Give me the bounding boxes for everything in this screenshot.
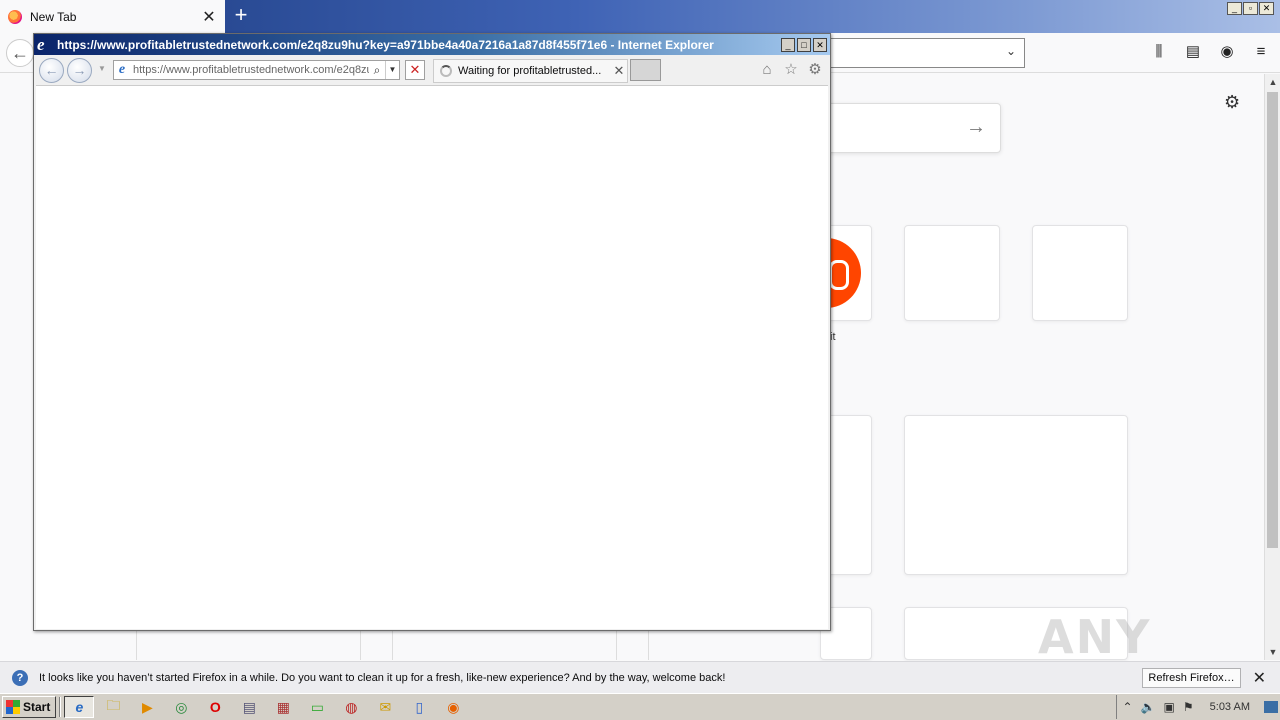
restore-button[interactable]: ▫	[1243, 2, 1258, 15]
page-scrollbar[interactable]: ▲ ▼	[1264, 74, 1280, 660]
taskbar-mail-icon[interactable]: ✉	[370, 696, 400, 718]
ie-new-tab-button[interactable]	[630, 59, 661, 81]
search-icon[interactable]: ⌕	[369, 63, 385, 78]
arrow-right-icon[interactable]: →	[966, 116, 986, 139]
clock[interactable]: 5:03 AM	[1210, 701, 1250, 713]
ie-window: e https://www.profitabletrustednetwork.c…	[33, 33, 831, 631]
tray-expand-icon[interactable]: ⌃	[1123, 700, 1133, 714]
taskbar-ie-icon[interactable]: e	[64, 696, 95, 718]
ie-back-button[interactable]: ←	[39, 58, 64, 83]
url-bar[interactable]: ⌄	[820, 38, 1025, 68]
ie-address-text[interactable]: https://www.profitabletrustednetwork.com…	[130, 64, 369, 76]
gear-icon[interactable]: ⚙	[1224, 92, 1240, 113]
ie-window-title: https://www.profitabletrustednetwork.com…	[57, 37, 714, 52]
taskbar-chrome-icon[interactable]: ◎	[166, 696, 196, 718]
system-tray: ⌃ 🔈 ▣ ⚑ 5:03 AM	[1115, 695, 1280, 719]
taskbar-security-icon[interactable]: ◍	[336, 696, 366, 718]
account-icon[interactable]: ◉	[1218, 43, 1236, 61]
library-icon[interactable]: ⫼	[1150, 43, 1168, 61]
new-tab-button[interactable]: +	[229, 4, 253, 28]
gear-icon[interactable]: ⚙	[806, 61, 824, 79]
scroll-up-icon[interactable]: ▲	[1265, 74, 1280, 90]
notification-message: It looks like you haven’t started Firefo…	[39, 671, 726, 684]
volume-icon[interactable]: 🔈	[1141, 700, 1156, 714]
ie-titlebar[interactable]: e https://www.profitabletrustednetwork.c…	[34, 34, 830, 55]
windows-logo-icon	[6, 700, 20, 714]
newtab-search-box[interactable]: →	[820, 103, 1001, 153]
firefox-tabstrip: New Tab ✕ + _ ▫ ✕	[0, 0, 1280, 33]
ie-logo-icon: e	[37, 35, 45, 54]
tab-title: New Tab	[30, 9, 77, 24]
windows-taskbar: Start e 🗀 ▶ ◎ O ▤ ▦ ▭ ◍ ✉ ▯ ◉ ⌃ 🔈 ▣ ⚑ 5:…	[0, 693, 1280, 720]
star-icon[interactable]: ☆	[782, 61, 800, 79]
ie-tab-close-icon[interactable]: ✕	[611, 63, 627, 79]
refresh-firefox-button[interactable]: Refresh Firefox…	[1142, 667, 1241, 688]
firefox-icon	[8, 9, 22, 24]
close-icon[interactable]: ✕	[1253, 668, 1266, 688]
taskbar-firefox-icon[interactable]: ◉	[438, 696, 468, 718]
ie-window-controls: _ □ ✕	[781, 37, 827, 52]
taskbar-document-icon[interactable]: ▯	[404, 696, 434, 718]
ie-address-bar[interactable]: e https://www.profitabletrustednetwork.c…	[113, 60, 400, 80]
taskbar-app-icon[interactable]: ▭	[302, 696, 332, 718]
question-icon: ?	[12, 669, 28, 686]
taskbar-notepad-icon[interactable]: ▤	[234, 696, 264, 718]
divider	[392, 630, 393, 660]
chevron-down-icon[interactable]: ⌄	[1006, 44, 1016, 58]
network-icon[interactable]: ▣	[1164, 700, 1175, 714]
divider	[59, 697, 62, 717]
minimize-button[interactable]: _	[1227, 2, 1242, 15]
divider	[616, 630, 617, 660]
action-center-flag-icon[interactable]: ⚑	[1183, 700, 1194, 714]
taskbar-explorer-icon[interactable]: 🗀	[98, 696, 128, 718]
address-dropdown-icon[interactable]: ▼	[385, 61, 399, 79]
menu-icon[interactable]: ≡	[1252, 43, 1270, 61]
highlight-card[interactable]	[904, 415, 1128, 575]
divider	[136, 630, 137, 660]
ie-tab-loading[interactable]: Waiting for profitabletrusted... ✕	[433, 59, 628, 83]
firefox-toolbar: ⫼ ▤ ◉ ≡	[1150, 43, 1270, 61]
home-icon[interactable]: ⌂	[758, 61, 776, 79]
ie-forward-button[interactable]: →	[67, 58, 92, 83]
start-button[interactable]: Start	[2, 696, 57, 718]
loading-spinner-icon	[440, 65, 452, 77]
ie-minimize-button[interactable]: _	[781, 37, 795, 52]
top-site-tile[interactable]	[904, 225, 1000, 321]
scrollbar-thumb[interactable]	[1267, 92, 1278, 548]
show-desktop-button[interactable]	[1264, 701, 1278, 713]
taskbar-media-player-icon[interactable]: ▶	[132, 696, 162, 718]
top-site-tile[interactable]	[1032, 225, 1128, 321]
stop-button[interactable]: ✕	[405, 60, 425, 80]
ie-maximize-button[interactable]: □	[797, 37, 811, 52]
ie-page-content	[36, 85, 828, 629]
taskbar-opera-icon[interactable]: O	[200, 696, 230, 718]
sidebar-icon[interactable]: ▤	[1184, 43, 1202, 61]
divider	[648, 630, 649, 660]
ie-navbar: ← → ▼ e https://www.profitabletrustednet…	[34, 55, 830, 85]
ie-tab-label: Waiting for profitabletrusted...	[458, 65, 602, 77]
notification-bar: ? It looks like you haven’t started Fire…	[0, 661, 1280, 693]
close-window-button[interactable]: ✕	[1259, 2, 1274, 15]
ie-close-button[interactable]: ✕	[813, 37, 827, 52]
taskbar-winrar-icon[interactable]: ▦	[268, 696, 298, 718]
tab-new-tab[interactable]: New Tab ✕	[0, 0, 225, 33]
ie-command-icons: ⌂ ☆ ⚙	[758, 61, 824, 79]
firefox-window-controls: _ ▫ ✕	[1227, 2, 1274, 15]
tab-close-icon[interactable]: ✕	[201, 7, 217, 27]
ie-page-icon: e	[118, 62, 126, 77]
divider	[360, 630, 361, 660]
back-button[interactable]: ←	[6, 39, 34, 67]
start-label: Start	[23, 700, 51, 714]
history-dropdown-icon[interactable]: ▼	[98, 64, 106, 73]
